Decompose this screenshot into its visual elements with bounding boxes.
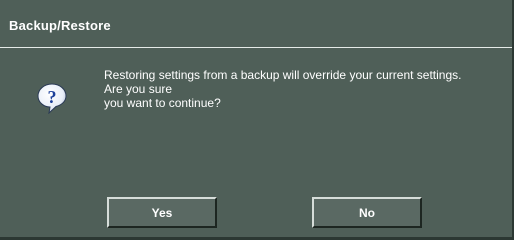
no-button[interactable]: No [312, 197, 422, 228]
message-line: Are you sure [104, 82, 173, 96]
yes-button[interactable]: Yes [107, 197, 217, 228]
title-divider [0, 47, 512, 48]
backup-restore-dialog: Backup/Restore ? Restoring settings from… [0, 0, 514, 240]
message-line: Restoring settings from a backup will ov… [104, 68, 462, 82]
question-icon: ? [37, 83, 67, 114]
dialog-title: Backup/Restore [9, 18, 111, 33]
svg-text:?: ? [48, 87, 57, 107]
message-line: you want to continue? [104, 96, 221, 110]
dialog-message: Restoring settings from a backup will ov… [104, 68, 504, 110]
